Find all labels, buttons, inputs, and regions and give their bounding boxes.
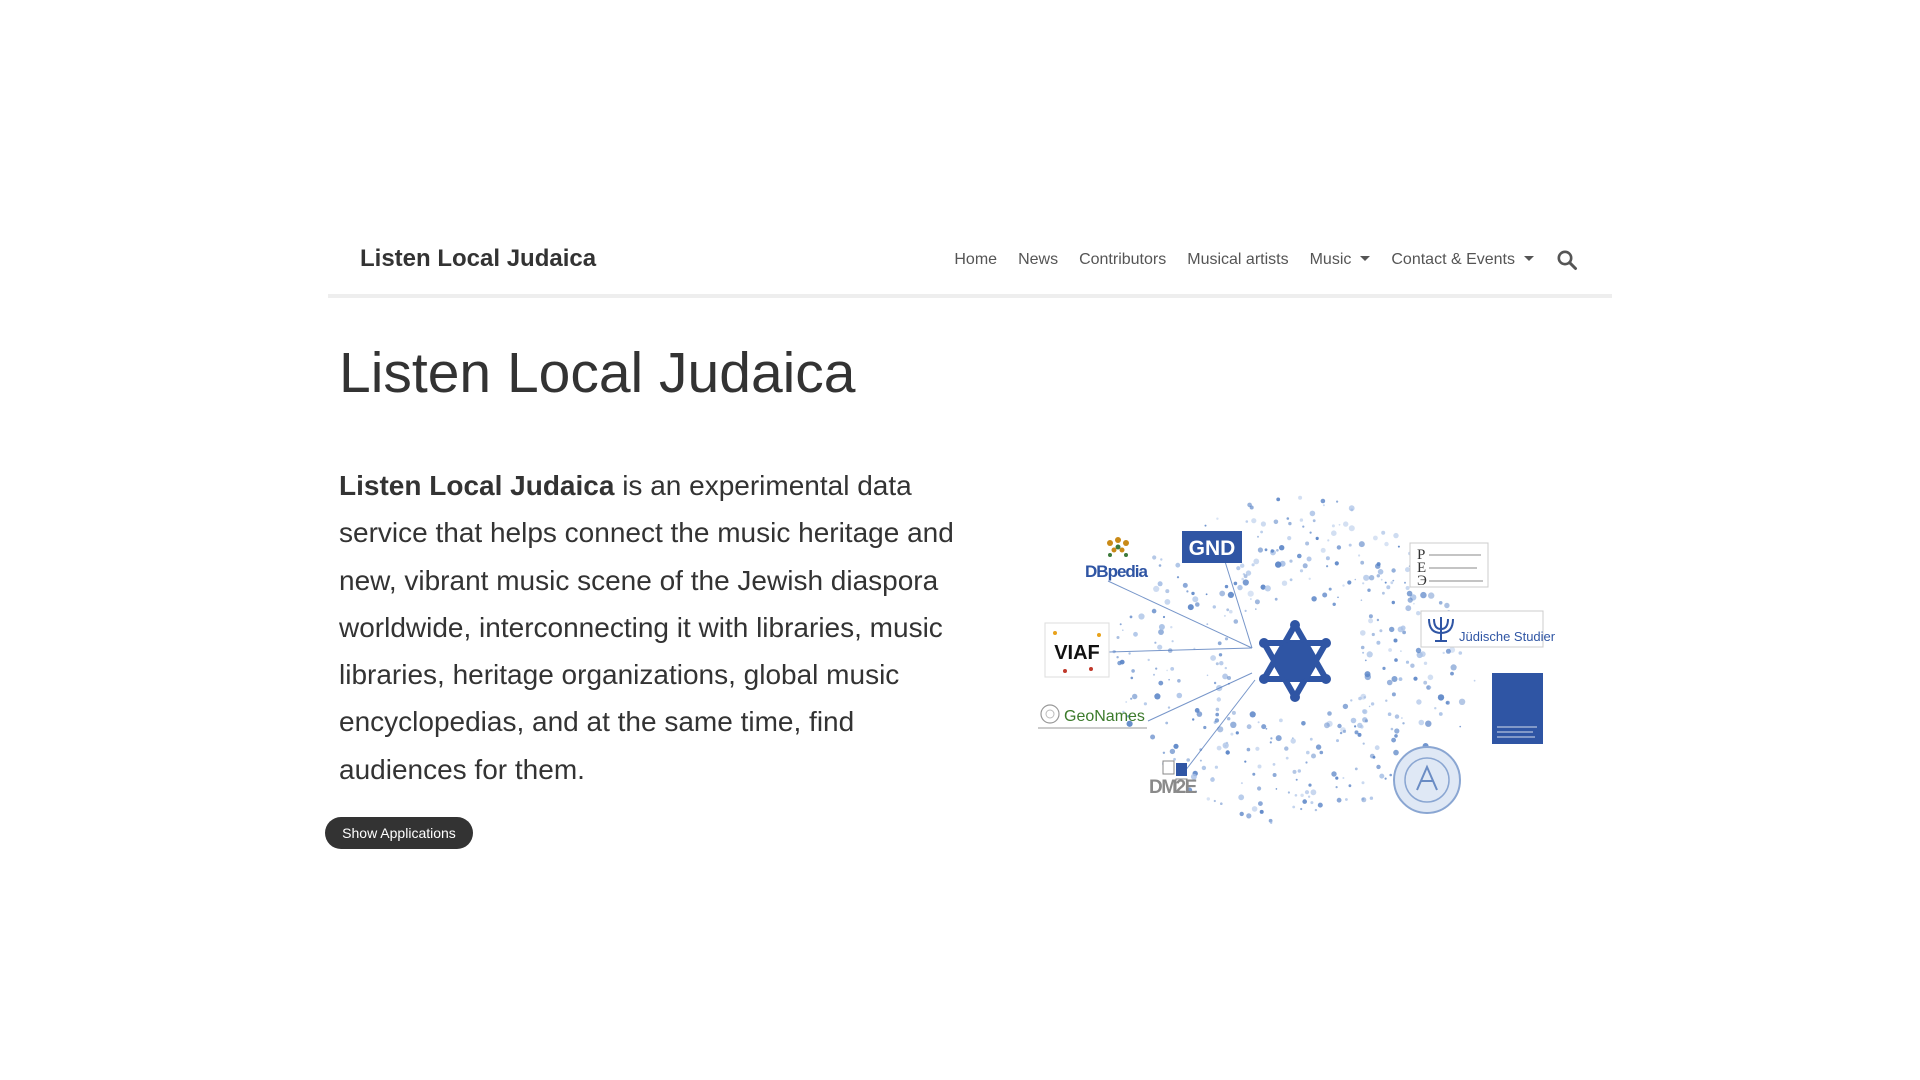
navbar: Listen Local Judaica Home News Contribut… xyxy=(328,236,1612,298)
nav-item-musical-artists[interactable]: Musical artists xyxy=(1187,250,1288,270)
gnd-logo: GND xyxy=(1182,531,1242,563)
nav-item-label: Contributors xyxy=(1079,251,1167,268)
caret-down-icon xyxy=(1524,256,1534,261)
geonames-logo: GeoNames xyxy=(1038,704,1147,729)
judische-studien-logo-text: Jüdische Studien xyxy=(1459,629,1555,644)
dbpedia-logo-text: DBpedia xyxy=(1085,562,1149,581)
dm2e-logo-text: DM2E xyxy=(1149,777,1197,798)
viaf-logo-text: VIAF xyxy=(1054,642,1100,664)
intro-paragraph: Listen Local Judaica is an experimental … xyxy=(339,462,959,793)
judische-studien-logo: Jüdische Studien xyxy=(1420,610,1555,648)
yivo-institute-seal-logo xyxy=(1393,746,1461,814)
nav-item-label: Contact & Events xyxy=(1391,251,1515,268)
connector-lines xyxy=(1107,554,1256,772)
brand-link[interactable]: Listen Local Judaica xyxy=(360,244,596,274)
nav-item-label: Music xyxy=(1309,251,1352,268)
nav-item-label: News xyxy=(1018,251,1059,268)
svg-text:Э: Э xyxy=(1417,573,1427,589)
dm2e-logo: DM2E xyxy=(1149,760,1198,798)
nav-item-label: Musical artists xyxy=(1187,251,1289,268)
linked-data-network-graphic: GND DBpedia VIAF GeoNames DM2E Р Е Э Jüd… xyxy=(1038,495,1555,824)
geonames-logo-text: GeoNames xyxy=(1064,708,1145,725)
russian-jewish-encyclopedia-logo: Р Е Э xyxy=(1409,542,1489,589)
show-applications-button[interactable]: Show Applications xyxy=(325,817,473,849)
page-title: Listen Local Judaica xyxy=(339,341,856,405)
nav-item-contributors[interactable]: Contributors xyxy=(1079,250,1166,270)
nav-item-news[interactable]: News xyxy=(1018,250,1058,270)
nav-dropdown-music[interactable]: Music xyxy=(1310,250,1371,270)
viaf-logo: VIAF xyxy=(1044,622,1110,678)
intro-bold-name: Listen Local Judaica xyxy=(339,470,615,501)
gnd-logo-text: GND xyxy=(1189,537,1236,560)
caret-down-icon xyxy=(1360,256,1371,261)
institute-jewish-history-logo xyxy=(1492,673,1543,744)
search-icon[interactable] xyxy=(1556,249,1578,271)
nav-menu: Home News Contributors Musical artists M… xyxy=(933,249,1578,271)
nav-item-label: Home xyxy=(954,251,998,268)
dbpedia-logo: DBpedia xyxy=(1085,537,1150,581)
nav-dropdown-contact-events[interactable]: Contact & Events xyxy=(1391,250,1534,270)
nav-item-home[interactable]: Home xyxy=(954,250,997,270)
intro-text: is an experimental data service that hel… xyxy=(339,470,954,785)
star-of-david-icon xyxy=(1259,620,1331,702)
